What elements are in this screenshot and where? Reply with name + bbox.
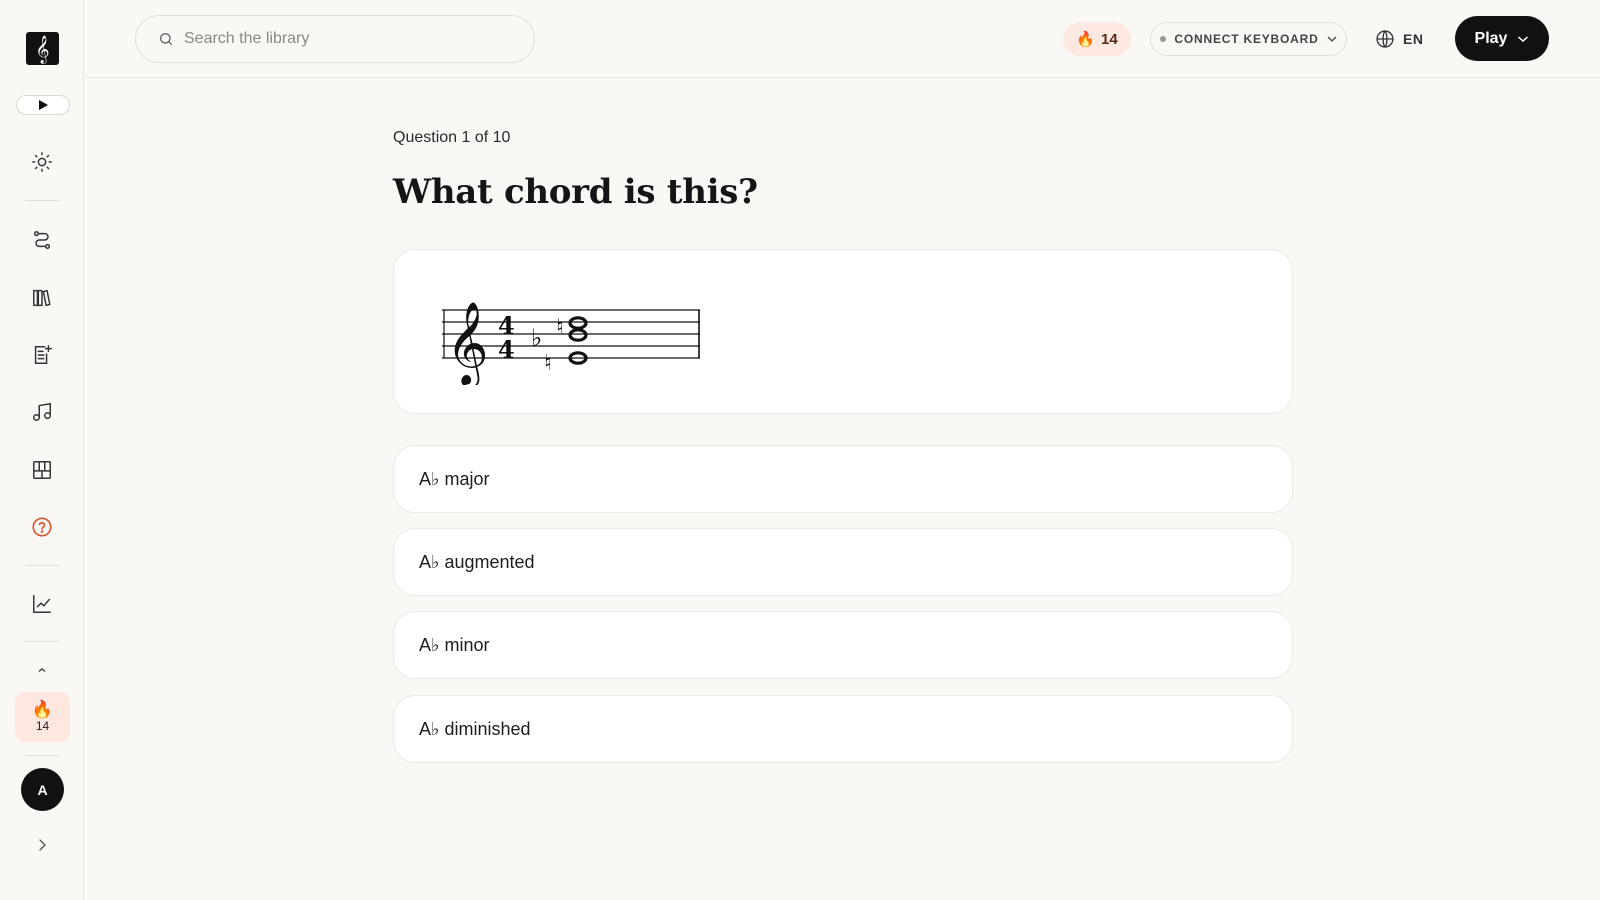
chevron-down-icon — [1327, 36, 1337, 42]
sidebar-divider — [25, 755, 60, 756]
chevron-down-icon — [1518, 35, 1529, 42]
sidebar-streak-badge[interactable]: 🔥 14 — [15, 692, 70, 742]
play-menu-button[interactable]: Play — [1455, 16, 1549, 61]
library-icon — [33, 289, 51, 307]
globe-icon — [1376, 30, 1394, 48]
answer-option[interactable]: A♭ diminished — [393, 695, 1293, 763]
sidebar-item-piano[interactable] — [0, 458, 84, 482]
worksheet-icon — [34, 345, 52, 364]
music-note-icon — [33, 402, 51, 421]
svg-text:4: 4 — [498, 335, 515, 364]
answer-option[interactable]: A♭ augmented — [393, 528, 1293, 596]
connect-keyboard-button[interactable]: CONNECT KEYBOARD — [1150, 22, 1347, 56]
avatar[interactable]: A — [21, 768, 64, 811]
sidebar-item-songs[interactable] — [0, 400, 84, 424]
svg-text:♮: ♮ — [556, 315, 564, 340]
language-label: EN — [1403, 31, 1424, 47]
sidebar-item-paths[interactable] — [0, 228, 84, 252]
piano-icon — [33, 461, 51, 479]
answer-option-label: A♭ minor — [419, 634, 490, 655]
search-input[interactable] — [184, 30, 504, 48]
app-logo[interactable]: 𝄞 — [26, 32, 59, 65]
treble-clef-logo-icon: 𝄞 — [35, 34, 50, 63]
sidebar-item-quiz[interactable] — [0, 515, 84, 539]
play-button-label: Play — [1474, 29, 1508, 47]
chart-icon — [33, 595, 51, 613]
flame-icon: 🔥 — [1076, 31, 1095, 48]
sidebar-divider — [25, 200, 60, 201]
chevron-up-icon[interactable] — [38, 668, 46, 672]
svg-text:♮: ♮ — [544, 351, 552, 376]
connect-keyboard-label: CONNECT KEYBOARD — [1174, 32, 1319, 46]
sidebar-divider — [25, 565, 60, 566]
play-icon — [39, 100, 48, 110]
sidebar-item-library[interactable] — [0, 286, 84, 310]
language-selector[interactable]: EN — [1375, 26, 1423, 52]
notation-card: 𝄞 4 4 ♭ ♮ ♮ — [393, 249, 1293, 414]
sidebar-divider — [25, 641, 60, 642]
question-counter: Question 1 of 10 — [393, 129, 511, 146]
treble-clef-icon: 𝄞 — [446, 300, 489, 385]
sidebar-item-progress[interactable] — [0, 592, 84, 616]
answer-option-label: A♭ major — [419, 468, 490, 489]
help-icon — [32, 517, 52, 537]
theme-toggle-button[interactable] — [0, 150, 84, 174]
sidebar-play-button[interactable] — [16, 95, 70, 115]
sidebar: 𝄞 🔥 14 A — [0, 0, 84, 900]
answer-option[interactable]: A♭ minor — [393, 611, 1293, 679]
search-icon — [160, 33, 172, 45]
header-streak-badge[interactable]: 🔥 14 — [1063, 22, 1131, 56]
sidebar-expand-button[interactable] — [0, 835, 84, 855]
chevron-right-icon — [39, 839, 46, 851]
svg-text:♭: ♭ — [531, 324, 542, 352]
sidebar-item-worksheets[interactable] — [0, 343, 84, 367]
status-dot-icon — [1160, 36, 1167, 42]
search-bar[interactable] — [135, 15, 535, 63]
sidebar-streak-count: 14 — [35, 719, 50, 733]
music-notation: 𝄞 4 4 ♭ ♮ ♮ — [442, 300, 700, 385]
flame-icon: 🔥 — [31, 700, 54, 719]
answer-option-label: A♭ diminished — [419, 718, 531, 739]
header-streak-count: 14 — [1101, 30, 1118, 48]
avatar-initial: A — [37, 781, 48, 798]
sun-icon — [32, 152, 52, 172]
answer-option-label: A♭ augmented — [419, 551, 535, 572]
top-bar: 🔥 14 CONNECT KEYBOARD EN Play — [85, 0, 1600, 78]
question-title: What chord is this? — [393, 172, 758, 212]
route-icon — [33, 231, 51, 249]
answer-option[interactable]: A♭ major — [393, 445, 1293, 513]
